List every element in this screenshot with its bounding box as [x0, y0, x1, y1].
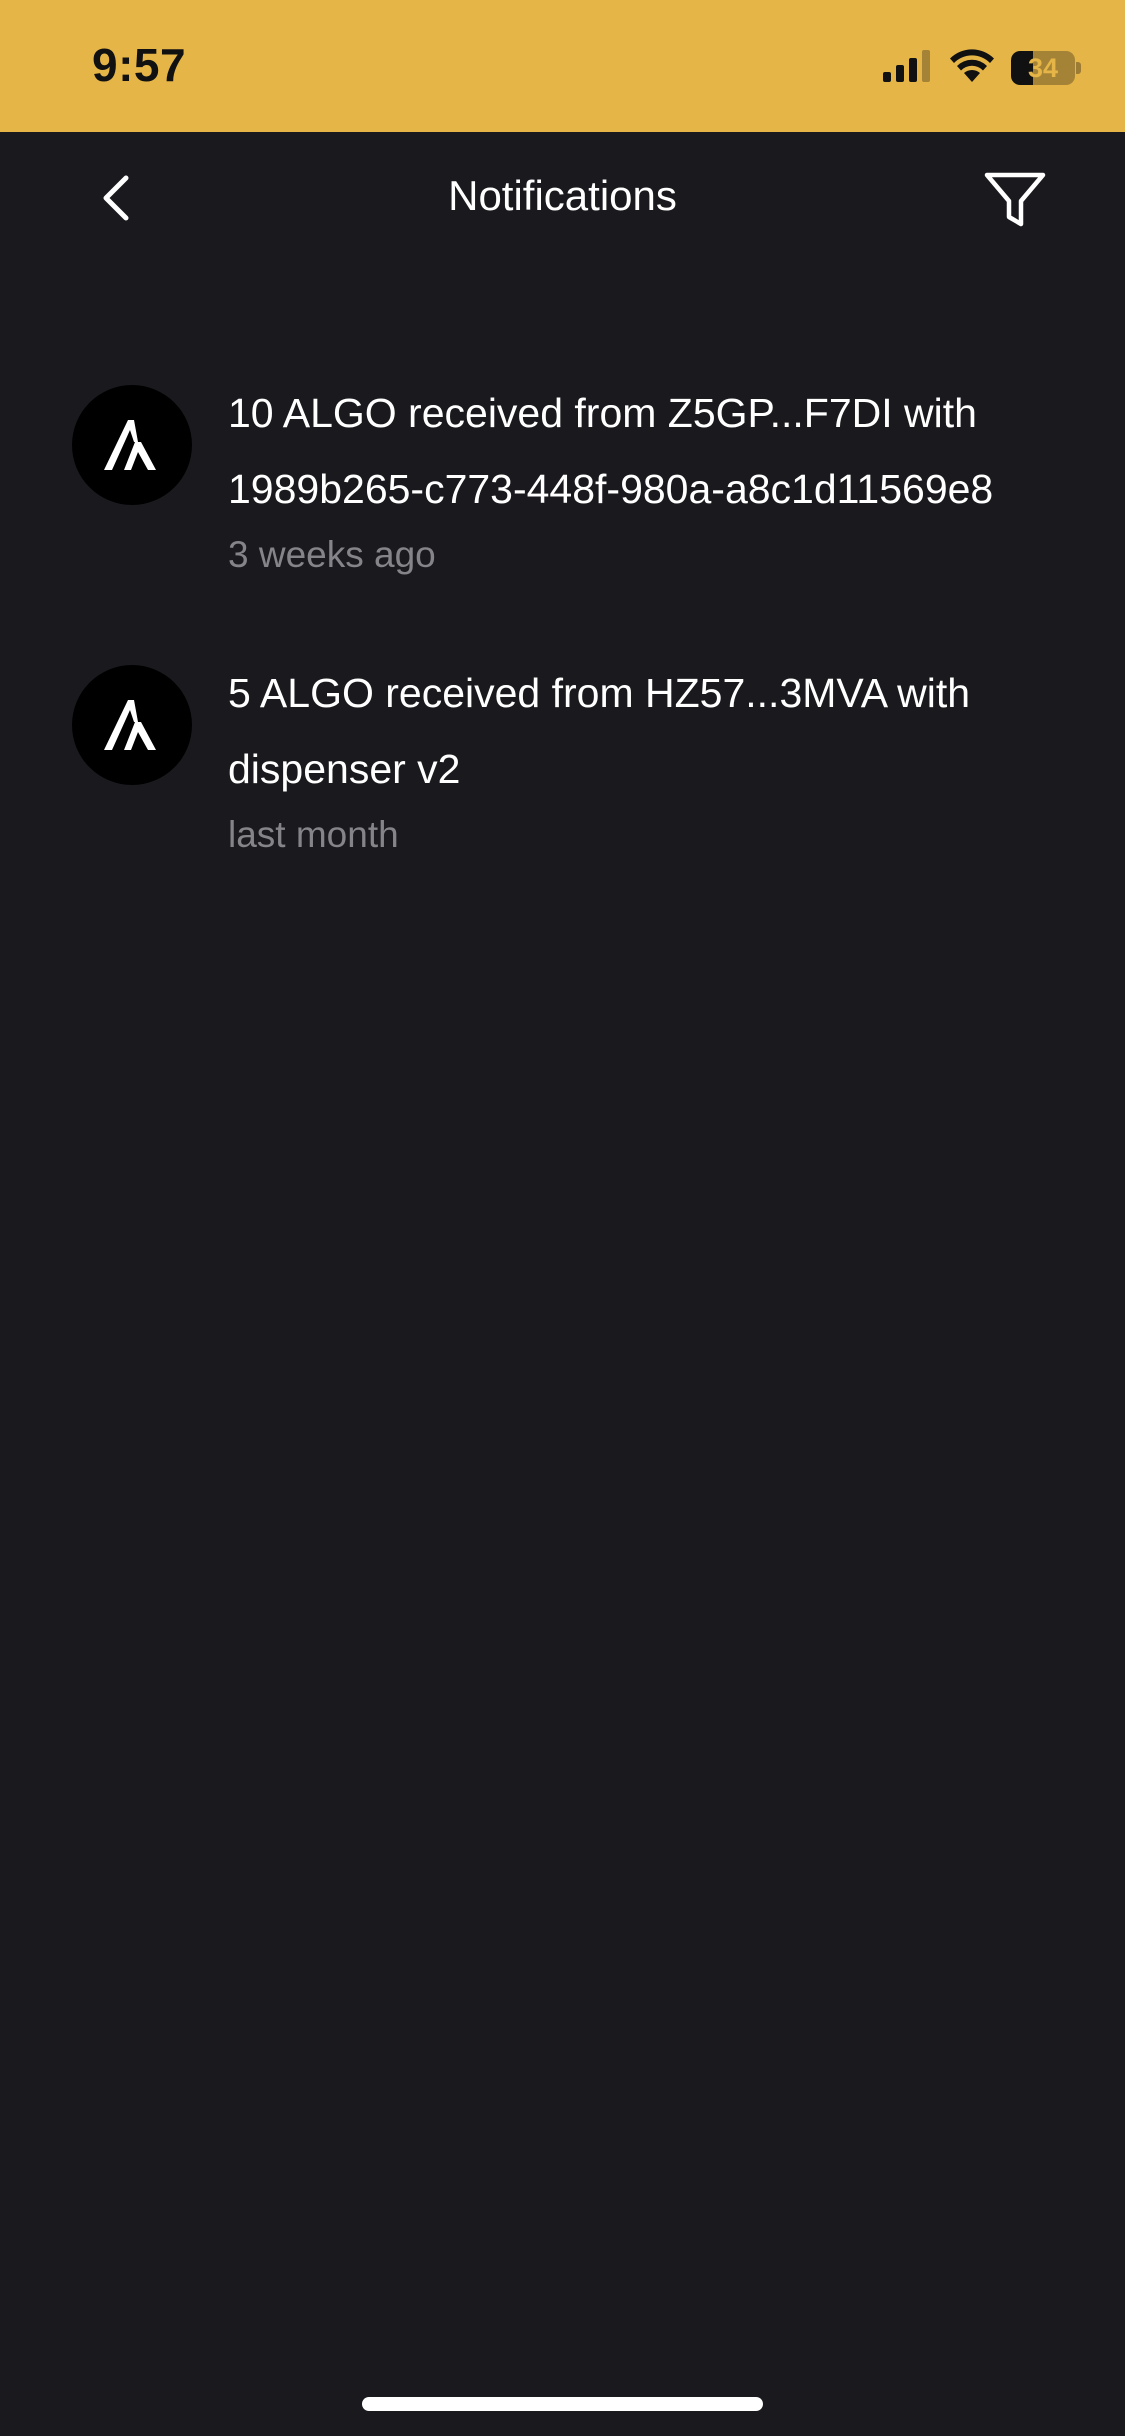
notification-timestamp: 3 weeks ago — [228, 534, 436, 575]
filter-button[interactable] — [979, 166, 1051, 238]
cellular-signal-icon — [883, 49, 933, 87]
notification-body: 5 ALGO received from HZ57...3MVA with di… — [228, 655, 1065, 859]
navigation-bar: Notifications — [0, 132, 1125, 268]
notification-timestamp: last month — [228, 814, 399, 855]
algorand-logo-icon — [72, 665, 192, 785]
battery-icon: 34 — [1011, 51, 1081, 85]
notification-message: 5 ALGO received from HZ57...3MVA with di… — [228, 670, 971, 792]
status-time: 9:57 — [92, 39, 187, 91]
wifi-icon — [949, 48, 995, 88]
status-icons: 34 — [883, 48, 1081, 88]
home-indicator[interactable] — [362, 2397, 763, 2411]
notifications-screen: 9:57 34 Notifications 10 ALGO received f… — [0, 0, 1125, 2436]
battery-level: 34 — [1027, 53, 1059, 83]
notification-item[interactable]: 10 ALGO received from Z5GP...F7DI with 1… — [0, 375, 1125, 579]
notification-list: 10 ALGO received from Z5GP...F7DI with 1… — [0, 375, 1125, 935]
notification-body: 10 ALGO received from Z5GP...F7DI with 1… — [228, 375, 1065, 579]
status-bar: 9:57 34 — [0, 0, 1125, 132]
notification-message: 10 ALGO received from Z5GP...F7DI with 1… — [228, 390, 994, 512]
algorand-logo-icon — [72, 385, 192, 505]
page-title: Notifications — [448, 172, 677, 219]
notification-item[interactable]: 5 ALGO received from HZ57...3MVA with di… — [0, 655, 1125, 859]
battery-tip — [1076, 62, 1081, 74]
filter-icon — [983, 170, 1047, 235]
